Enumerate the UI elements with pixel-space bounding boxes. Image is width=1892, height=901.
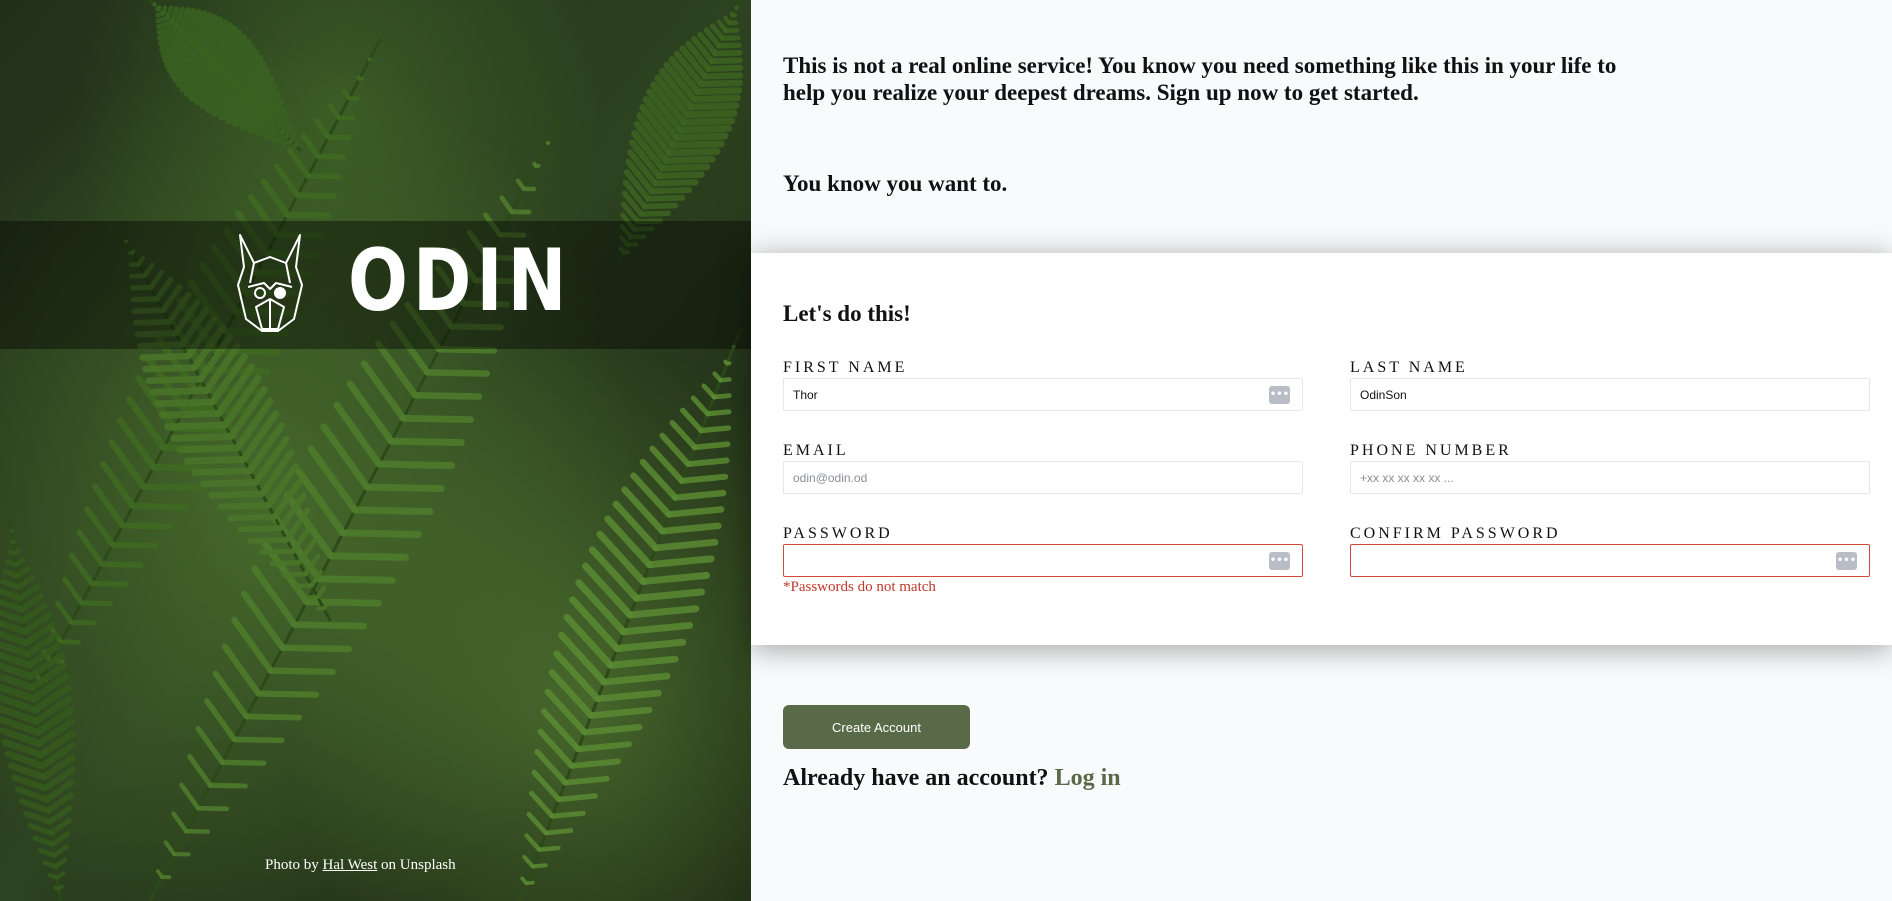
phone-label: PHONE NUMBER (1350, 442, 1512, 459)
password-input[interactable] (784, 545, 1302, 576)
hero-image-panel: ODIN Photo by Hal West on Unsplash (0, 0, 751, 901)
login-prompt: Already have an account? Log in (783, 765, 1121, 792)
first-name-box: ••• (783, 378, 1303, 411)
login-prompt-text: Already have an account? (783, 765, 1049, 791)
email-label: EMAIL (783, 442, 849, 459)
password-error-message: *Passwords do not match (783, 579, 936, 595)
last-name-label: LAST NAME (1350, 359, 1468, 376)
password-box: ••• (783, 544, 1303, 577)
form-title: Let's do this! (783, 301, 911, 326)
confirm-password-input[interactable] (1351, 545, 1869, 576)
fern-photo (0, 0, 751, 901)
password-label: PASSWORD (783, 525, 893, 542)
intro-tagline: You know you want to. (783, 171, 1008, 196)
last-name-input[interactable] (1351, 379, 1869, 410)
last-name-field: LAST NAME (1350, 359, 1870, 411)
confirm-password-label: CONFIRM PASSWORD (1350, 525, 1561, 542)
first-name-input[interactable] (784, 379, 1302, 410)
phone-box (1350, 461, 1870, 494)
intro-text: This is not a real online service! You k… (783, 53, 1617, 105)
email-box (783, 461, 1303, 494)
password-field: PASSWORD ••• *Passwords do not match (783, 525, 1303, 596)
phone-field: PHONE NUMBER (1350, 442, 1870, 494)
first-name-label: FIRST NAME (783, 359, 908, 376)
email-field: EMAIL (783, 442, 1303, 494)
last-name-box (1350, 378, 1870, 411)
login-link[interactable]: Log in (1055, 765, 1121, 791)
signup-form-card: Let's do this! FIRST NAME ••• LAST NAME … (751, 253, 1892, 645)
odin-viking-icon (237, 234, 303, 332)
confirm-password-field: CONFIRM PASSWORD ••• (1350, 525, 1870, 577)
password-manager-icon[interactable]: ••• (1269, 552, 1290, 570)
confirm-password-box: ••• (1350, 544, 1870, 577)
email-input[interactable] (784, 462, 1302, 493)
photo-author-link[interactable]: Hal West (323, 857, 378, 873)
photo-credit: Photo by Hal West on Unsplash (265, 857, 456, 874)
brand-name: ODIN (348, 231, 572, 331)
first-name-field: FIRST NAME ••• (783, 359, 1303, 411)
password-manager-icon[interactable]: ••• (1836, 552, 1857, 570)
photo-credit-suffix: on Unsplash (381, 857, 456, 873)
create-account-button[interactable]: Create Account (783, 705, 970, 749)
phone-input[interactable] (1351, 462, 1869, 493)
photo-credit-prefix: Photo by (265, 857, 319, 873)
password-manager-icon[interactable]: ••• (1269, 386, 1290, 404)
